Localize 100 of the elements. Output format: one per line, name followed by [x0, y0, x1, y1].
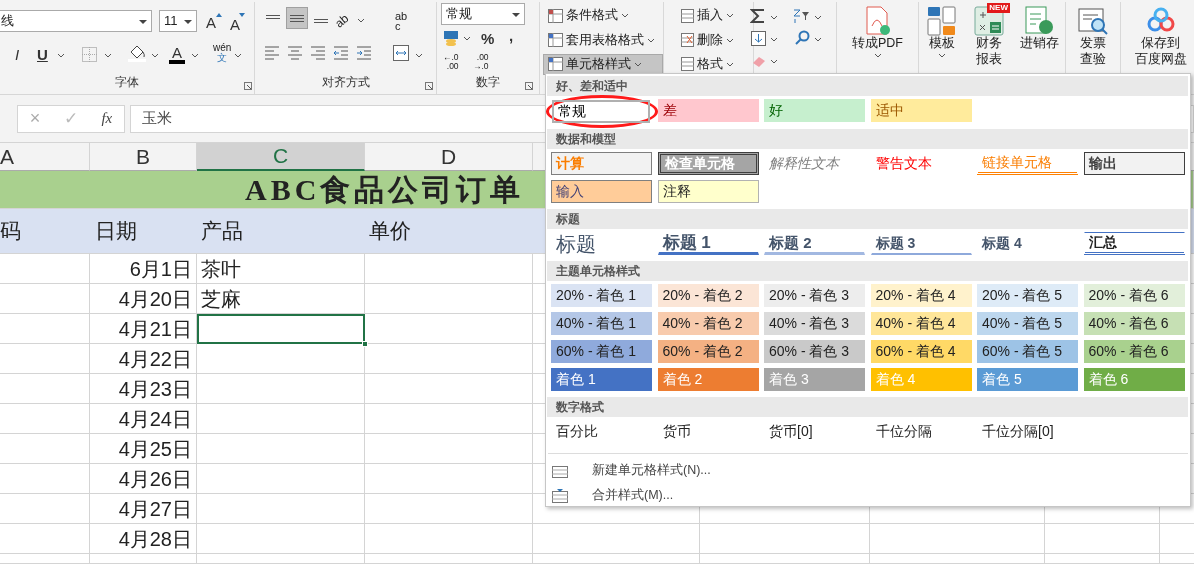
dropdown-arrow-icon[interactable] — [512, 10, 520, 18]
style-swatch[interactable]: 输出 — [1083, 152, 1185, 175]
table-cell[interactable] — [197, 554, 365, 564]
dropdown-arrow-icon[interactable] — [184, 17, 192, 25]
dialog-launcher-icon[interactable] — [425, 82, 433, 90]
ribbon-button[interactable]: 删除 — [674, 29, 753, 51]
table-cell[interactable] — [533, 554, 700, 564]
ribbon-button[interactable]: 套用表格格式 — [543, 29, 663, 51]
pinyin-text[interactable]: wén — [213, 43, 232, 53]
caret-icon[interactable] — [357, 17, 365, 24]
table-cell[interactable] — [197, 374, 365, 404]
fill-handle[interactable] — [362, 341, 368, 347]
underline-button[interactable]: U — [37, 47, 48, 62]
align-outdent-icon[interactable] — [334, 46, 348, 60]
date-cell[interactable]: 4月23日 — [90, 374, 197, 404]
caret-icon[interactable] — [104, 52, 112, 59]
sum-icon[interactable] — [750, 8, 766, 24]
table-cell[interactable] — [0, 464, 90, 494]
accounting-icon[interactable] — [443, 30, 459, 46]
table-cell[interactable] — [197, 344, 365, 374]
product-cell[interactable]: 芝麻 — [197, 284, 365, 314]
table-cell[interactable] — [365, 494, 533, 524]
sort-filter-icon[interactable] — [792, 8, 810, 24]
caret-icon[interactable] — [463, 35, 471, 42]
dropdown-arrow-icon[interactable] — [139, 17, 147, 25]
ribbon-button[interactable]: 插入 — [674, 5, 753, 27]
increase-decimal-button[interactable]: ←.0 .00 — [443, 53, 459, 71]
style-swatch[interactable]: 适中 — [870, 99, 972, 122]
table-cell[interactable] — [0, 404, 90, 434]
style-swatch[interactable]: 20% - 着色 2 — [657, 284, 759, 307]
decrease-decimal-button[interactable]: .00 →.0 — [473, 53, 489, 71]
ribbon-button[interactable]: NEW 财务 报表 — [965, 2, 1013, 68]
table-cell[interactable] — [700, 524, 870, 554]
style-swatch[interactable]: 好 — [764, 99, 865, 122]
caret-icon[interactable] — [57, 52, 65, 59]
align-right-icon[interactable] — [311, 46, 325, 60]
fill-down-icon[interactable] — [751, 31, 766, 46]
number-style-item[interactable]: 千位分隔[0] — [977, 420, 1078, 443]
caret-icon[interactable] — [415, 52, 423, 59]
table-cell[interactable] — [365, 314, 533, 344]
style-swatch[interactable]: 着色 1 — [551, 368, 652, 391]
align-left-icon[interactable] — [265, 46, 279, 60]
table-cell[interactable] — [197, 464, 365, 494]
font-name-field[interactable]: 线 — [0, 10, 152, 32]
table-cell[interactable] — [365, 254, 533, 284]
date-cell[interactable]: 4月22日 — [90, 344, 197, 374]
number-style-item[interactable]: 货币[0] — [764, 420, 865, 443]
date-cell[interactable]: 4月20日 — [90, 284, 197, 314]
style-swatch[interactable]: 20% - 着色 1 — [551, 284, 652, 307]
dialog-launcher-icon[interactable] — [244, 82, 252, 90]
search-icon[interactable] — [794, 30, 810, 46]
grow-font-button[interactable]: A — [206, 15, 216, 30]
date-cell[interactable]: 4月27日 — [90, 494, 197, 524]
menu-item[interactable]: 新建单元格样式(N)... — [546, 458, 1190, 483]
percent-button[interactable]: % — [481, 31, 495, 46]
table-cell[interactable] — [0, 314, 90, 344]
selected-cell[interactable] — [197, 314, 365, 344]
ribbon-button[interactable]: 保存到 百度网盘 — [1121, 2, 1194, 68]
style-swatch[interactable]: 20% - 着色 6 — [1083, 284, 1185, 307]
table-cell[interactable] — [870, 554, 1045, 564]
table-cell[interactable] — [0, 434, 90, 464]
style-swatch[interactable]: 标题 4 — [977, 232, 1078, 255]
table-cell[interactable] — [0, 284, 90, 314]
table-cell[interactable] — [1045, 554, 1160, 564]
borders-icon[interactable] — [82, 47, 97, 62]
caret-icon[interactable] — [814, 14, 822, 21]
table-cell[interactable] — [0, 554, 90, 564]
caret-icon[interactable] — [191, 52, 199, 59]
table-cell[interactable] — [365, 434, 533, 464]
style-swatch[interactable]: 40% - 着色 2 — [657, 312, 759, 335]
orientation-button[interactable]: ab — [330, 9, 353, 33]
menu-item[interactable]: 合并样式(M)... — [546, 483, 1190, 508]
table-cell[interactable] — [197, 404, 365, 434]
font-size-field[interactable]: 11 — [159, 10, 197, 32]
ribbon-button[interactable]: 格式 — [674, 53, 753, 75]
date-cell[interactable]: 4月26日 — [90, 464, 197, 494]
phonetic-glyph[interactable]: 文 — [213, 53, 232, 63]
style-swatch[interactable]: 标题 — [551, 232, 652, 255]
caret-icon[interactable] — [151, 52, 159, 59]
style-swatch[interactable]: 60% - 着色 3 — [764, 340, 865, 363]
style-swatch[interactable]: 60% - 着色 2 — [657, 340, 759, 363]
date-cell[interactable]: 4月21日 — [90, 314, 197, 344]
style-swatch[interactable]: 注释 — [657, 180, 759, 203]
style-swatch[interactable]: 20% - 着色 3 — [764, 284, 865, 307]
table-cell[interactable] — [90, 554, 197, 564]
table-cell[interactable] — [0, 344, 90, 374]
table-cell[interactable] — [365, 284, 533, 314]
ribbon-button[interactable]: 转成PDF — [837, 2, 918, 59]
caret-icon[interactable] — [770, 58, 778, 65]
style-swatch[interactable]: 60% - 着色 5 — [977, 340, 1078, 363]
number-style-item[interactable]: 百分比 — [551, 420, 652, 443]
table-cell[interactable] — [870, 524, 1045, 554]
table-cell[interactable] — [533, 524, 700, 554]
caret-icon[interactable] — [234, 52, 242, 59]
style-swatch[interactable]: 40% - 着色 4 — [870, 312, 972, 335]
caret-icon[interactable] — [814, 36, 822, 43]
column-header[interactable]: C — [197, 143, 365, 171]
column-header[interactable]: D — [365, 143, 533, 171]
table-cell[interactable] — [365, 524, 533, 554]
date-cell[interactable]: 4月24日 — [90, 404, 197, 434]
